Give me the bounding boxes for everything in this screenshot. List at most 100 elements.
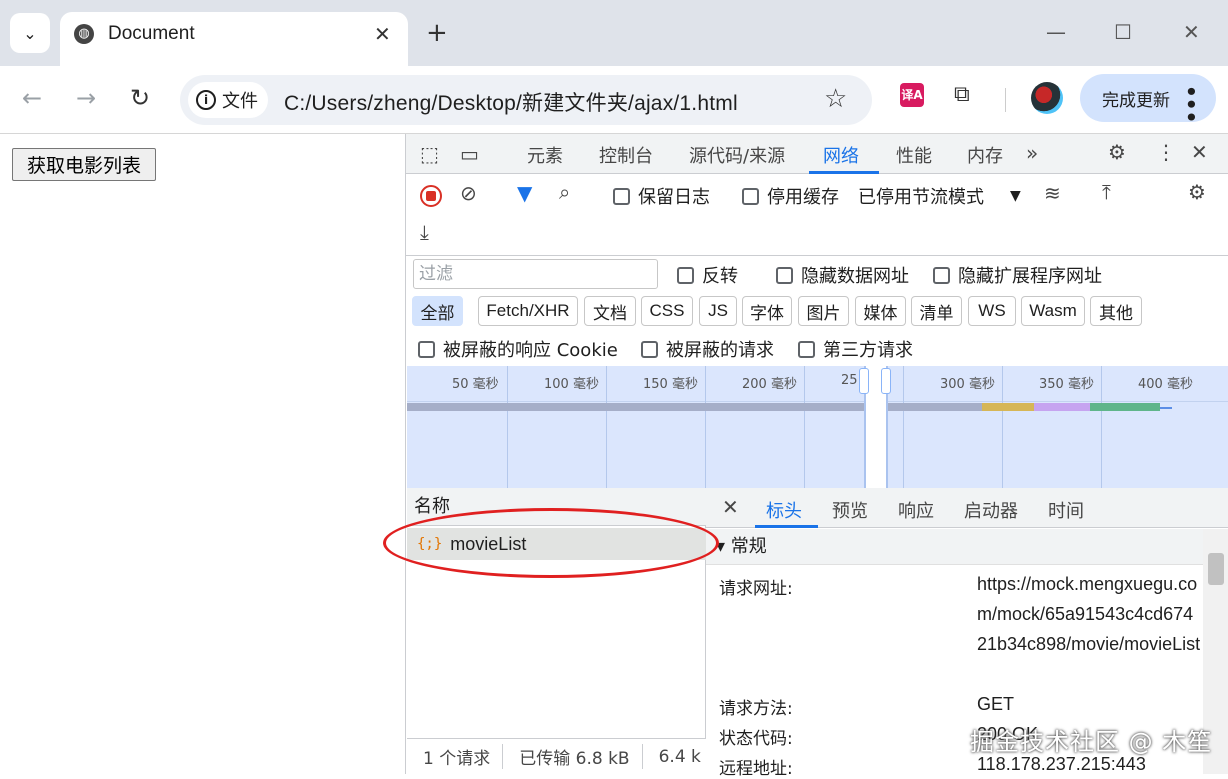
reload-button[interactable]: ↻ (130, 84, 150, 112)
tab-initiator[interactable]: 启动器 (964, 497, 1018, 523)
browser-tab[interactable]: ◍ Document ✕ (60, 12, 408, 66)
type-filter-wasm[interactable]: Wasm (1021, 296, 1085, 326)
new-tab-button[interactable]: + (426, 20, 448, 46)
tab-preview[interactable]: 预览 (832, 497, 868, 523)
get-movie-list-button[interactable]: 获取电影列表 (12, 148, 156, 181)
network-status-bar: 1 个请求 已传输 6.8 kB 6.4 k (407, 738, 706, 774)
kebab-menu-icon[interactable]: ⋮ (1156, 140, 1176, 164)
filter-input[interactable]: 过滤 (413, 259, 658, 289)
filter-funnel-icon[interactable]: ▼ (517, 181, 532, 205)
export-har-icon[interactable]: ⤓ (420, 220, 429, 244)
transferred-size: 已传输 6.8 kB (503, 744, 643, 769)
more-tabs-icon[interactable]: » (1026, 141, 1038, 165)
throttling-select[interactable]: 已停用节流模式 ▼ (858, 183, 1021, 209)
tab-close-icon[interactable]: ✕ (374, 22, 391, 46)
tab-headers[interactable]: 标头 (766, 497, 802, 523)
globe-icon: ◍ (74, 24, 94, 44)
disable-cache-checkbox[interactable]: 停用缓存 (742, 183, 839, 209)
clear-icon[interactable]: ⊘ (460, 181, 477, 205)
tab-elements[interactable]: 元素 (527, 142, 563, 168)
import-har-icon[interactable]: ⤒ (1102, 180, 1111, 204)
devtools-tab-bar: ⬚ ▭ 元素 控制台 源代码/来源 网络 性能 内存 » ⚙ ⋮ ✕ (406, 134, 1228, 174)
type-filter-fetch-xhr[interactable]: Fetch/XHR (478, 296, 578, 326)
tab-response[interactable]: 响应 (898, 497, 934, 523)
site-info-chip[interactable]: i 文件 (188, 82, 268, 118)
inspect-element-icon[interactable]: ⬚ (420, 142, 439, 166)
forward-button[interactable]: → (76, 84, 96, 112)
translate-extension-icon[interactable]: 译A (900, 83, 924, 107)
close-details-icon[interactable]: ✕ (722, 495, 739, 519)
update-button[interactable]: 完成更新 ••• (1080, 74, 1216, 123)
type-filter-media[interactable]: 媒体 (855, 296, 906, 326)
throttling-label: 已停用节流模式 (858, 187, 984, 208)
scrollbar-thumb[interactable] (1208, 553, 1224, 585)
hide-extension-urls-checkbox[interactable]: 隐藏扩展程序网址 (933, 262, 1102, 288)
resources-size: 6.4 k (658, 746, 701, 767)
invert-checkbox[interactable]: 反转 (677, 262, 738, 288)
type-filter-doc[interactable]: 文档 (584, 296, 636, 326)
type-filter-js[interactable]: JS (699, 296, 737, 326)
tab-strip: ⌄ ◍ Document ✕ + — ☐ ✕ (0, 0, 1228, 66)
more-menu-icon[interactable]: ••• (1179, 85, 1203, 123)
blocked-cookies-label: 被屏蔽的响应 Cookie (443, 340, 618, 361)
timeline-tick-label: 300 毫秒 (940, 377, 995, 392)
third-party-checkbox[interactable]: 第三方请求 (798, 336, 913, 362)
extensions-puzzle-icon[interactable]: ⧉ (954, 82, 970, 107)
hide-data-urls-label: 隐藏数据网址 (801, 266, 909, 287)
type-filter-all[interactable]: 全部 (412, 296, 463, 326)
checkbox[interactable] (798, 340, 815, 358)
network-conditions-icon[interactable]: ≋ (1044, 181, 1061, 205)
type-filter-css[interactable]: CSS (641, 296, 693, 326)
blocked-requests-checkbox[interactable]: 被屏蔽的请求 (641, 336, 774, 362)
device-toolbar-icon[interactable]: ▭ (460, 142, 479, 166)
type-filter-font[interactable]: 字体 (742, 296, 792, 326)
checkbox[interactable] (776, 266, 793, 284)
checkbox[interactable] (641, 340, 658, 358)
timeline-handle-left[interactable] (859, 368, 869, 394)
checkbox[interactable] (933, 266, 950, 284)
checkbox[interactable] (677, 266, 694, 284)
timeline-gridline (903, 366, 904, 488)
checkbox[interactable] (613, 187, 630, 205)
search-icon[interactable]: ⌕ (559, 180, 570, 204)
checkbox[interactable] (418, 340, 435, 358)
maximize-button[interactable]: ☐ (1114, 20, 1132, 44)
network-settings-gear-icon[interactable]: ⚙ (1188, 180, 1206, 204)
timeline-tick-label: 400 毫秒 (1138, 377, 1193, 392)
close-window-button[interactable]: ✕ (1183, 20, 1200, 44)
preserve-log-checkbox[interactable]: 保留日志 (613, 183, 710, 209)
general-section-header[interactable]: ▾ 常规 (706, 529, 1203, 565)
update-label: 完成更新 (1102, 90, 1170, 111)
type-filter-manifest[interactable]: 清单 (911, 296, 962, 326)
tab-timing[interactable]: 时间 (1048, 497, 1084, 523)
settings-gear-icon[interactable]: ⚙ (1108, 140, 1126, 164)
profile-avatar[interactable] (1031, 82, 1063, 114)
record-icon[interactable] (420, 185, 442, 207)
type-filter-other[interactable]: 其他 (1090, 296, 1142, 326)
detail-tab-bar: ✕ 标头 预览 响应 启动器 时间 (706, 488, 1228, 528)
tab-memory[interactable]: 内存 (967, 142, 1003, 168)
bookmark-star-icon[interactable]: ☆ (824, 84, 847, 114)
network-overview-timeline[interactable]: 50 毫秒 100 毫秒 150 毫秒 200 毫秒 25 300 毫秒 350… (407, 366, 1228, 488)
url-text[interactable]: C:/Users/zheng/Desktop/新建文件夹/ajax/1.html (284, 87, 738, 117)
timeline-handle-right[interactable] (881, 368, 891, 394)
blocked-cookies-checkbox[interactable]: 被屏蔽的响应 Cookie (418, 336, 618, 362)
back-button[interactable]: ← (22, 84, 42, 112)
tab-performance[interactable]: 性能 (896, 142, 932, 168)
tab-network[interactable]: 网络 (823, 142, 859, 168)
checkbox[interactable] (742, 187, 759, 205)
active-detail-tab-indicator (755, 525, 818, 528)
tab-sources[interactable]: 源代码/来源 (689, 142, 785, 168)
type-filter-img[interactable]: 图片 (798, 296, 849, 326)
tab-search-button[interactable]: ⌄ (10, 13, 50, 53)
timeline-bar-waiting (1034, 403, 1090, 411)
tab-console[interactable]: 控制台 (599, 142, 653, 168)
request-url-key: 请求网址: (719, 579, 793, 599)
minimize-button[interactable]: — (1046, 20, 1066, 44)
hide-data-urls-checkbox[interactable]: 隐藏数据网址 (776, 262, 909, 288)
timeline-gridline (507, 366, 508, 488)
timeline-ruler (407, 366, 1228, 402)
type-filter-ws[interactable]: WS (968, 296, 1016, 326)
close-devtools-icon[interactable]: ✕ (1191, 140, 1208, 164)
address-bar[interactable]: i 文件 C:/Users/zheng/Desktop/新建文件夹/ajax/1… (180, 75, 872, 125)
